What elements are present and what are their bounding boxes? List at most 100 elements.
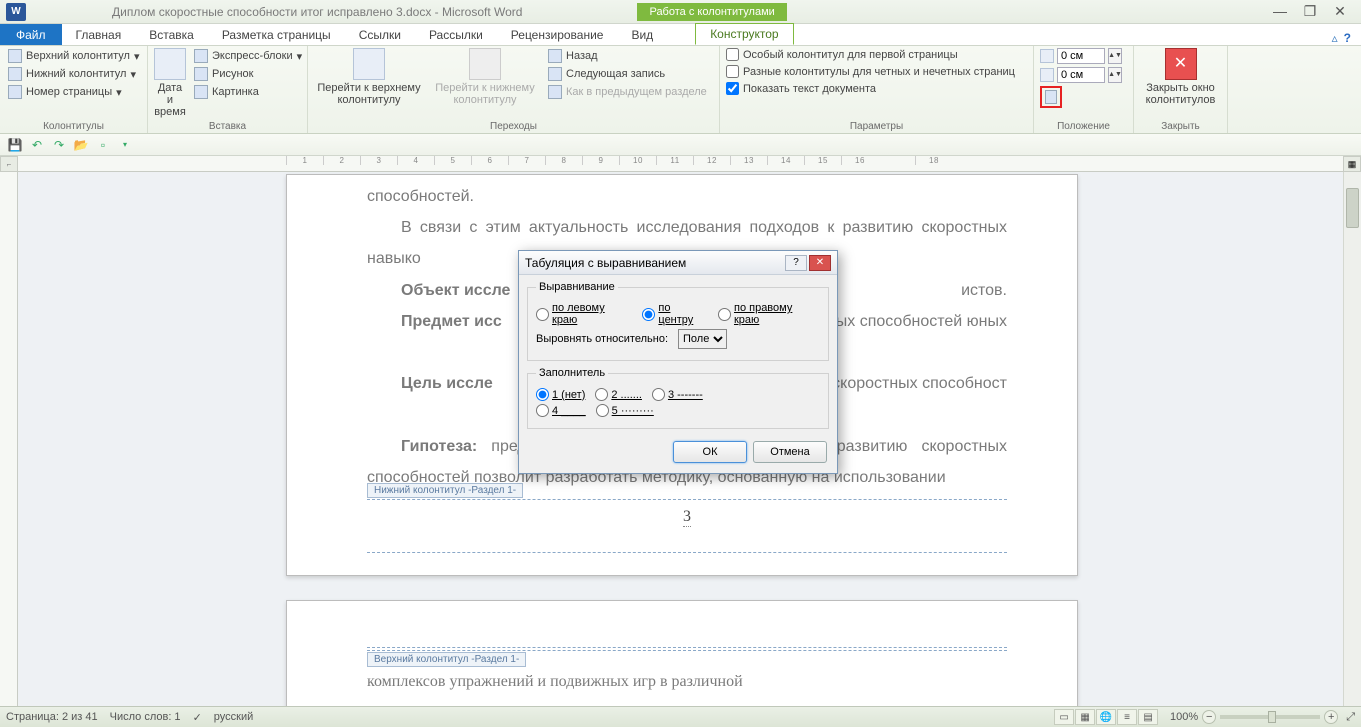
align-relative-label: Выровнять относительно: — [536, 333, 668, 345]
ok-button[interactable]: ОК — [673, 441, 747, 463]
title-bar: W Диплом скоростные способности итог исп… — [0, 0, 1361, 24]
minimize-ribbon-button[interactable]: ▵ — [1332, 31, 1338, 45]
show-doc-text-checkbox[interactable]: Показать текст документа — [726, 82, 1015, 95]
status-bar: Страница: 2 из 41 Число слов: 1 ✓ русски… — [0, 706, 1361, 727]
previous-button[interactable]: Назад — [546, 48, 709, 64]
qat-dropdown[interactable]: ▾ — [116, 136, 134, 154]
zoom-fit-button[interactable]: ⤢ — [1346, 711, 1355, 724]
references-tab[interactable]: Ссылки — [345, 25, 415, 45]
restore-button[interactable]: ❐ — [1301, 3, 1319, 20]
group-position: Положение — [1040, 120, 1127, 132]
insert-alignment-tab-button[interactable] — [1043, 89, 1059, 105]
leader-5-radio[interactable]: 5 ········· — [596, 404, 654, 417]
link-previous-button[interactable]: Как в предыдущем разделе — [546, 84, 709, 100]
view-fullscreen[interactable]: ▦ — [1075, 709, 1095, 725]
cancel-button[interactable]: Отмена — [753, 441, 827, 463]
page-2: Верхний колонтитул -Раздел 1- комплексов… — [286, 600, 1078, 706]
goto-header-icon — [353, 48, 385, 80]
view-draft[interactable]: ▤ — [1138, 709, 1158, 725]
picture-button[interactable]: Рисунок — [192, 66, 304, 82]
goto-header-button[interactable]: Перейти к верхнему колонтитулу — [314, 48, 424, 106]
calendar-icon — [154, 48, 186, 80]
review-tab[interactable]: Рецензирование — [497, 25, 618, 45]
leader-4-radio[interactable]: 4 ____ — [536, 404, 586, 417]
view-print-layout[interactable]: ▭ — [1054, 709, 1074, 725]
group-header-footer: Колонтитулы — [6, 120, 141, 132]
footer-area[interactable]: Нижний колонтитул -Раздел 1- 3 — [367, 499, 1007, 553]
next-icon — [548, 67, 562, 81]
align-relative-select[interactable]: Поле — [678, 329, 727, 349]
header-tag: Верхний колонтитул -Раздел 1- — [367, 652, 526, 667]
minimize-button[interactable]: — — [1271, 3, 1289, 20]
insert-tab[interactable]: Вставка — [135, 25, 208, 45]
zoom-slider-thumb[interactable] — [1268, 711, 1276, 723]
group-insert: Вставка — [154, 120, 301, 132]
layout-tab[interactable]: Разметка страницы — [208, 25, 345, 45]
status-page[interactable]: Страница: 2 из 41 — [6, 711, 98, 723]
leader-2-radio[interactable]: 2 ....... — [595, 388, 642, 401]
vertical-scrollbar[interactable] — [1343, 172, 1361, 706]
mailings-tab[interactable]: Рассылки — [415, 25, 497, 45]
vertical-ruler[interactable] — [0, 172, 18, 706]
file-tab[interactable]: Файл — [0, 24, 62, 45]
clipart-button[interactable]: Картинка — [192, 84, 304, 100]
quick-parts-button[interactable]: Экспресс-блоки ▾ — [192, 48, 304, 64]
page-number-field[interactable]: 3 — [683, 508, 691, 527]
header-area[interactable]: Верхний колонтитул -Раздел 1- — [367, 647, 1007, 651]
context-tab-label: Работа с колонтитулами — [637, 3, 786, 21]
qat-undo-button[interactable]: ↶ — [28, 136, 46, 154]
header-button[interactable]: Верхний колонтитул ▾ — [6, 48, 141, 64]
document-area: ⌐ 1234567891011121314151618 ▦ способност… — [0, 156, 1361, 706]
window-title: Диплом скоростные способности итог испра… — [112, 5, 522, 19]
alignment-group: Выравнивание по левому краю по центру по… — [527, 281, 829, 361]
dialog-help-button[interactable]: ? — [785, 255, 807, 271]
footer-icon — [8, 67, 22, 81]
qat-new-button[interactable]: ▫ — [94, 136, 112, 154]
header-pos-icon — [1040, 49, 1054, 63]
quickparts-icon — [194, 49, 208, 63]
close-header-footer-button[interactable]: Закрыть окно колонтитулов — [1140, 48, 1221, 106]
help-button[interactable]: ? — [1344, 31, 1351, 45]
status-word-count[interactable]: Число слов: 1 — [110, 711, 181, 723]
next-button[interactable]: Следующая запись — [546, 66, 709, 82]
zoom-in-button[interactable]: + — [1324, 710, 1338, 724]
group-options: Параметры — [726, 120, 1027, 132]
home-tab[interactable]: Главная — [62, 25, 136, 45]
align-right-radio[interactable]: по правому краю — [718, 302, 820, 326]
align-center-radio[interactable]: по центру — [642, 302, 708, 326]
footer-button[interactable]: Нижний колонтитул ▾ — [6, 66, 141, 82]
view-web[interactable]: 🌐 — [1096, 709, 1116, 725]
page-number-button[interactable]: Номер страницы ▾ — [6, 84, 141, 100]
align-left-radio[interactable]: по левому краю — [536, 302, 632, 326]
header-from-top-spinner[interactable]: ▲▼ — [1040, 48, 1122, 64]
view-buttons: ▭ ▦ 🌐 ≡ ▤ — [1054, 709, 1158, 725]
view-tab[interactable]: Вид — [617, 25, 667, 45]
scrollbar-thumb[interactable] — [1346, 188, 1359, 228]
group-close: Закрыть — [1140, 120, 1221, 132]
qat-save-button[interactable]: 💾 — [6, 136, 24, 154]
dialog-close-button[interactable]: ✕ — [809, 255, 831, 271]
diff-first-page-checkbox[interactable]: Особый колонтитул для первой страницы — [726, 48, 1015, 61]
ruler-corner[interactable]: ⌐ — [0, 156, 18, 172]
close-window-button[interactable]: ✕ — [1331, 3, 1349, 20]
zoom-level[interactable]: 100% — [1170, 711, 1198, 723]
date-time-button[interactable]: Дата и время — [154, 48, 186, 118]
goto-footer-icon — [469, 48, 501, 80]
qat-open-button[interactable]: 📂 — [72, 136, 90, 154]
horizontal-ruler[interactable]: 1234567891011121314151618 — [18, 156, 1343, 172]
status-spell-icon[interactable]: ✓ — [193, 711, 202, 724]
leader-1-radio[interactable]: 1 (нет) — [536, 388, 585, 401]
diff-odd-even-checkbox[interactable]: Разные колонтитулы для четных и нечетных… — [726, 65, 1015, 78]
link-icon — [548, 85, 562, 99]
ruler-toggle-button[interactable]: ▦ — [1343, 156, 1361, 172]
footer-from-bottom-spinner[interactable]: ▲▼ — [1040, 67, 1122, 83]
qat-redo-button[interactable]: ↷ — [50, 136, 68, 154]
status-language[interactable]: русский — [214, 711, 253, 723]
leader-3-radio[interactable]: 3 ------- — [652, 388, 703, 401]
align-tab-icon — [1045, 90, 1057, 104]
zoom-slider[interactable] — [1220, 715, 1320, 719]
close-icon — [1165, 48, 1197, 80]
zoom-out-button[interactable]: − — [1202, 710, 1216, 724]
design-tab[interactable]: Конструктор — [695, 23, 793, 45]
view-outline[interactable]: ≡ — [1117, 709, 1137, 725]
